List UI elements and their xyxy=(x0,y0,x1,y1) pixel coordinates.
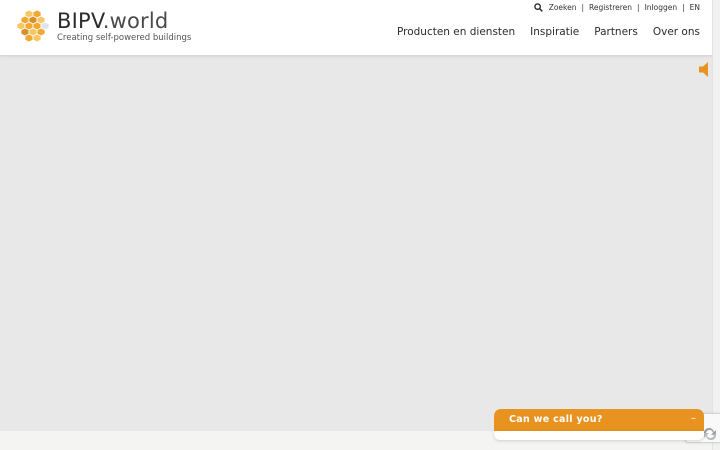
brand[interactable]: BIPV.world Creating self-powered buildin… xyxy=(57,9,191,44)
separator: | xyxy=(682,3,685,12)
search-icon[interactable] xyxy=(533,3,543,12)
chat-body xyxy=(494,431,704,440)
utility-bar: Zoeken | Registreren | Inloggen | EN xyxy=(533,3,700,12)
nav-item-inspiratie[interactable]: Inspiratie xyxy=(530,26,579,38)
brand-name-strong: BIPV xyxy=(57,9,103,33)
nav-item-partners[interactable]: Partners xyxy=(594,26,638,38)
brand-tagline: Creating self-powered buildings xyxy=(57,33,192,43)
minimize-icon[interactable]: – xyxy=(691,413,696,424)
nav-item-producten[interactable]: Producten en diensten xyxy=(397,26,515,38)
separator: | xyxy=(581,3,585,12)
chat-widget[interactable]: Can we call you? – xyxy=(494,409,704,440)
separator: | xyxy=(637,3,640,12)
hero-video-area[interactable] xyxy=(0,55,712,431)
register-link[interactable]: Registreren xyxy=(589,3,632,12)
page-scrollbar[interactable] xyxy=(712,0,720,450)
speaker-icon[interactable] xyxy=(698,61,712,78)
nav-item-over-ons[interactable]: Over ons xyxy=(653,26,700,38)
chat-header[interactable]: Can we call you? – xyxy=(494,409,704,432)
main-nav: Producten en diensten Inspiratie Partner… xyxy=(382,26,700,38)
chat-title: Can we call you? xyxy=(509,414,603,425)
language-link[interactable]: EN xyxy=(690,3,700,12)
bipv-logo-icon[interactable] xyxy=(13,9,49,45)
search-link[interactable]: Zoeken xyxy=(549,3,577,12)
brand-name-light: .world xyxy=(102,9,169,33)
brand-name: BIPV.world xyxy=(57,9,191,33)
login-link[interactable]: Inloggen xyxy=(645,3,678,12)
site-header: BIPV.world Creating self-powered buildin… xyxy=(0,0,712,55)
recaptcha-icon xyxy=(703,428,717,440)
